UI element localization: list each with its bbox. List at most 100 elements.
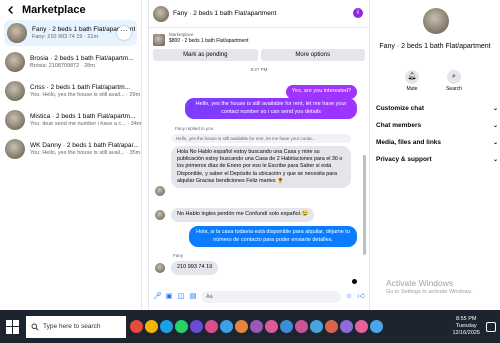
taskbar-clock[interactable]: 8:55 PM Tuesday 12/16/2025 <box>452 316 480 337</box>
windows-taskbar: Type here to search 8:55 PM Tuesday 12/1… <box>0 310 500 343</box>
taskbar-app-icons <box>130 320 383 333</box>
system-tray: 8:55 PM Tuesday 12/16/2025 <box>452 310 496 343</box>
listing-card[interactable]: Marketplace $800 · 2 beds 1 bath Flat/ap… <box>149 28 369 46</box>
watermark-title: Activate Windows <box>386 278 454 288</box>
chat-header: Fany · 2 beds 1 bath Flat/apartment i <box>149 0 369 28</box>
sender-avatar <box>155 186 165 196</box>
conversation-preview: You: dear send me number i have a c... ·… <box>30 121 141 127</box>
details-title: Fany · 2 beds 1 bath Flat/apartment <box>379 43 491 50</box>
incoming-message: Hola No Hablo español estoy buscando una… <box>171 146 351 189</box>
sender-avatar <box>155 263 165 273</box>
marketplace-header: Marketplace <box>0 0 141 20</box>
info-icon[interactable]: i <box>353 8 363 18</box>
app-icon[interactable] <box>205 320 218 333</box>
like-icon[interactable]: 👍︎ <box>357 293 365 301</box>
conversation-item-criss[interactable]: Criss · 2 beds 1 bath Flat/apartm... You… <box>0 78 141 104</box>
row-label: Media, files and links <box>376 138 442 146</box>
replied-to-note: Fany replied to you <box>175 126 214 131</box>
chat-members-row[interactable]: Chat members ⌄ <box>376 118 498 132</box>
listing-kind: Marketplace <box>169 32 194 37</box>
outgoing-message: Hello, yes the house is still available … <box>185 98 357 119</box>
taskbar-search-box[interactable]: Type here to search <box>26 315 126 338</box>
conversation-title: Mistica · 2 beds 1 bath Flat/apartm... <box>30 113 136 120</box>
conversation-item-mistica[interactable]: Mistica · 2 beds 1 bath Flat/apartm... Y… <box>0 107 141 133</box>
customize-chat-row[interactable]: Customize chat ⌄ <box>376 101 498 115</box>
details-actions: 🔔︎ Mute ⌕ Search <box>400 70 466 92</box>
row-label: Privacy & support <box>376 155 432 163</box>
conversation-list-pane: Marketplace Fany · 2 beds 1 bath Flat/ap… <box>0 0 142 310</box>
message-input[interactable]: Aa <box>201 291 341 303</box>
conversation-preview: You: Hello, yes the house is still avail… <box>30 150 141 156</box>
conversation-title: Brosia · 2 beds 1 bath Flat/apartm... <box>30 55 134 62</box>
more-options-button[interactable]: More options <box>260 49 365 61</box>
app-icon[interactable] <box>235 320 248 333</box>
conversation-title: WK Danny · 2 beds 1 bath Flat/apar... <box>30 142 139 149</box>
app-icon[interactable] <box>355 320 368 333</box>
sticker-icon[interactable]: ◫ <box>177 293 185 301</box>
incoming-message: No Hablo ingles perdón me Confundí solo … <box>171 208 315 222</box>
avatar <box>7 23 27 43</box>
conversation-item-wk-danny[interactable]: WK Danny · 2 beds 1 bath Flat/apar... Yo… <box>0 136 141 162</box>
clock-day: Tuesday <box>455 323 477 329</box>
search-button[interactable]: ⌕ Search <box>442 70 466 92</box>
avatar <box>5 110 25 130</box>
conversation-item-brosia[interactable]: Brosia · 2 beds 1 bath Flat/apartm... Br… <box>0 49 141 75</box>
chevron-down-icon: ⌄ <box>492 105 498 112</box>
app-icon[interactable] <box>220 320 233 333</box>
chat-title[interactable]: Fany · 2 beds 1 bath Flat/apartment <box>173 10 276 17</box>
app-icon[interactable] <box>295 320 308 333</box>
conversation-title: Criss · 2 beds 1 bath Flat/apartm... <box>30 84 131 91</box>
conversation-preview: Brosia: 2108709872 · 28m <box>30 63 95 69</box>
conversation-more-button[interactable]: ··· <box>117 26 131 40</box>
conversation-item-fany[interactable]: Fany · 2 beds 1 bath Flat/apartment Fany… <box>4 20 137 46</box>
windows-start-icon[interactable] <box>6 319 20 334</box>
quoted-message: Hello, yes the house is still available … <box>171 134 351 143</box>
edge-icon[interactable] <box>160 320 173 333</box>
sender-name: Fany <box>173 253 184 258</box>
whatsapp-icon[interactable] <box>175 320 188 333</box>
app-icon[interactable] <box>280 320 293 333</box>
app-icon[interactable] <box>370 320 383 333</box>
mark-as-pending-button[interactable]: Mark as pending <box>153 49 258 61</box>
emoji-icon[interactable]: ☺ <box>345 293 353 301</box>
mute-label: Mute <box>406 86 418 92</box>
app-icon[interactable] <box>310 320 323 333</box>
avatar[interactable] <box>153 5 169 22</box>
outgoing-message: Yes, are you interested? <box>285 85 357 99</box>
messenger-app: Marketplace Fany · 2 beds 1 bath Flat/ap… <box>0 0 500 310</box>
taskbar-search-placeholder: Type here to search <box>43 323 101 330</box>
marketplace-title: Marketplace <box>22 4 86 16</box>
avatar[interactable] <box>423 8 449 34</box>
search-icon <box>31 323 39 331</box>
privacy-support-row[interactable]: Privacy & support ⌄ <box>376 152 498 166</box>
sender-avatar <box>155 210 165 220</box>
app-icon[interactable] <box>340 320 353 333</box>
listing-thumbnail <box>153 34 165 46</box>
listing-description: $800 · 2 beds 1 bath Flat/apartment <box>169 38 249 44</box>
app-icon[interactable] <box>325 320 338 333</box>
avatar <box>5 139 25 159</box>
image-icon[interactable]: ▣ <box>165 293 173 301</box>
app-icon[interactable] <box>130 320 143 333</box>
microphone-icon[interactable]: 🎤︎ <box>153 293 162 301</box>
row-label: Customize chat <box>376 104 425 112</box>
app-icon[interactable] <box>250 320 263 333</box>
message-timestamp: 8:27 PM <box>250 67 268 72</box>
activate-windows-watermark: Activate Windows Go to Settings to activ… <box>386 278 473 295</box>
chat-pane: Fany · 2 beds 1 bath Flat/apartment i Ma… <box>148 0 370 310</box>
chat-scrollbar[interactable] <box>363 155 366 255</box>
chat-details-pane: Fany · 2 beds 1 bath Flat/apartment 🔔︎ M… <box>370 0 500 310</box>
chevron-down-icon: ⌄ <box>492 139 498 146</box>
notification-icon[interactable] <box>486 321 496 332</box>
gif-icon[interactable]: ▤ <box>189 293 197 301</box>
app-icon[interactable] <box>190 320 203 333</box>
back-arrow-icon[interactable] <box>6 5 16 15</box>
chevron-down-icon: ⌄ <box>492 122 498 129</box>
read-receipt-dot <box>352 279 357 284</box>
app-icon[interactable] <box>265 320 278 333</box>
mute-button[interactable]: 🔔︎ Mute <box>400 70 424 92</box>
outgoing-message: Hola, si la casa todavía está disponible… <box>189 226 357 247</box>
media-files-links-row[interactable]: Media, files and links ⌄ <box>376 135 498 149</box>
search-icon: ⌕ <box>447 70 461 84</box>
app-icon[interactable] <box>145 320 158 333</box>
